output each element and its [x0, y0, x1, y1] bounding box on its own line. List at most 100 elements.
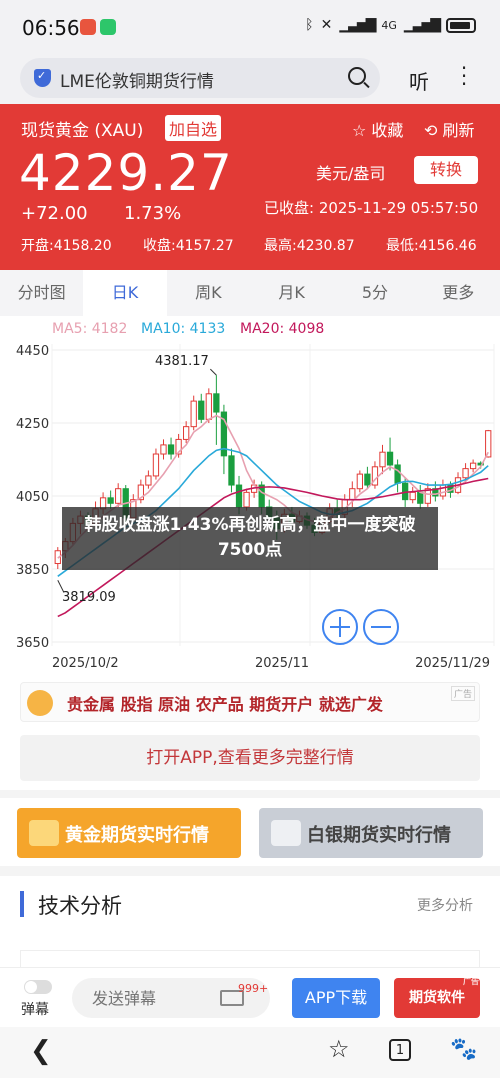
gold-futures-label: 黄金期货实时行情: [65, 825, 209, 846]
refresh-button[interactable]: ⟲ 刷新: [424, 117, 475, 141]
candle-body: [228, 455, 235, 486]
signal-icon: ▁▃▅▇: [339, 17, 376, 33]
status-bar: 06:56 ᛒ ✕ ▁▃▅▇ 4G ▁▃▅▇: [0, 0, 500, 56]
message-count-badge: 999+: [238, 982, 269, 995]
candle-body: [190, 400, 197, 428]
divider: [0, 790, 500, 798]
app-download-button[interactable]: APP下载: [292, 978, 380, 1018]
tabs-count-button[interactable]: 1: [389, 1039, 411, 1061]
convert-button[interactable]: 转换: [414, 156, 478, 184]
shield-icon: [34, 69, 51, 87]
ad-tag: 广告: [463, 977, 479, 986]
tab-5min[interactable]: 5分: [333, 270, 416, 316]
candle-body: [235, 484, 243, 508]
tab-daily-k[interactable]: 日K: [83, 270, 167, 316]
max-price-label: 4381.17: [155, 354, 209, 369]
x-tick-label: 2025/10/2: [52, 656, 119, 671]
x-tick-label: 2025/11: [255, 656, 309, 671]
search-box[interactable]: LME伦敦铜期货行情: [20, 58, 380, 98]
price-change: +72.00: [21, 203, 88, 224]
listen-button[interactable]: 听: [409, 66, 429, 95]
candle-body: [167, 444, 175, 455]
min-price-label: 3819.09: [62, 590, 116, 605]
battery-icon: [446, 17, 476, 33]
favorite-button[interactable]: ☆ 收藏: [352, 117, 403, 141]
silver-bar-icon: [271, 820, 301, 846]
candle-body: [160, 444, 167, 455]
divider: [0, 866, 500, 876]
candle-body: [379, 451, 386, 468]
price-unit: 美元/盎司: [316, 164, 386, 183]
price-change-percent: 1.73%: [124, 203, 182, 224]
open-app-button[interactable]: 打开APP,查看更多完整行情: [20, 735, 480, 781]
tab-more[interactable]: 更多: [417, 270, 500, 316]
status-time: 06:56: [22, 16, 80, 40]
paw-icon[interactable]: 🐾: [450, 1037, 477, 1062]
ad-badge: 广告: [450, 686, 475, 701]
search-query[interactable]: LME伦敦铜期货行情: [60, 67, 214, 92]
chart-tabs: 分时图 日K 周K 月K 5分 更多: [0, 270, 500, 316]
y-tick-label: 3650: [16, 636, 49, 651]
candle-body: [417, 491, 424, 504]
high-price: 最高:4230.87: [264, 238, 355, 254]
gold-futures-button[interactable]: 黄金期货实时行情: [17, 808, 241, 858]
y-tick-label: 3850: [16, 563, 49, 578]
more-icon[interactable]: · · ·: [458, 58, 470, 94]
analysis-table: [20, 950, 480, 968]
section-marker: [20, 891, 24, 917]
navigation-bar: ❮ ☆ 1 🐾: [0, 1027, 500, 1078]
network-type: 4G: [381, 18, 397, 32]
candle-body: [462, 468, 469, 479]
close-time: 已收盘: 2025-11-29 05:57:50: [264, 199, 479, 217]
x-tick-label: 2025/11/29: [415, 656, 490, 671]
megaphone-icon: [27, 690, 53, 716]
candle-body: [349, 488, 356, 501]
gold-bar-icon: [29, 820, 59, 846]
more-analysis-link[interactable]: 更多分析: [417, 895, 473, 915]
y-tick-label: 4250: [16, 417, 49, 432]
bottom-bar: 弹幕 999+ APP下载 期货软件 广告: [0, 967, 500, 1027]
candle-body: [152, 453, 160, 477]
candle-body: [439, 484, 447, 497]
ad-text[interactable]: 贵金属 股指 原油 农产品 期货开户 就选广发: [67, 691, 383, 715]
danmu-toggle[interactable]: [24, 980, 52, 994]
candle-body: [198, 400, 205, 420]
y-tick-label: 4450: [16, 344, 49, 359]
status-right-icons: ᛒ ✕ ▁▃▅▇ 4G ▁▃▅▇: [305, 17, 476, 33]
candle-body: [145, 475, 152, 486]
tab-monthly-k[interactable]: 月K: [250, 270, 333, 316]
tab-timeshare[interactable]: 分时图: [0, 270, 83, 316]
add-watchlist-button[interactable]: 加自选: [165, 115, 222, 141]
ad-banner[interactable]: 贵金属 股指 原油 农产品 期货开户 就选广发 广告: [20, 682, 480, 722]
low-price: 最低:4156.46: [386, 238, 477, 254]
instrument-name: 现货黄金 (XAU): [21, 121, 144, 141]
browser-toolbar: LME伦敦铜期货行情 听 ···: [0, 56, 500, 104]
candle-body: [183, 426, 190, 440]
wechat-icon: [100, 19, 116, 35]
quote-header: 现货黄金 (XAU) 加自选 ☆ 收藏 ⟲ 刷新 4229.27 美元/盎司 转…: [0, 104, 500, 270]
candle-body: [107, 497, 114, 504]
bluetooth-icon: ᛒ: [305, 17, 314, 33]
silver-futures-label: 白银期货实时行情: [307, 825, 451, 846]
back-icon[interactable]: ❮: [30, 1036, 52, 1066]
futures-software-label: 期货软件: [409, 990, 465, 1006]
danmu-label: 弹幕: [21, 1002, 49, 1018]
candle-body: [356, 473, 363, 490]
tab-weekly-k[interactable]: 周K: [167, 270, 250, 316]
search-icon[interactable]: [348, 67, 366, 85]
open-price: 开盘:4158.20: [21, 238, 112, 254]
y-tick-label: 4050: [16, 490, 49, 505]
candle-body: [364, 473, 371, 486]
mute-icon: ✕: [320, 17, 333, 33]
kline-chart[interactable]: MA5: 4182 MA10: 4133 MA20: 4098 4450 4250…: [0, 316, 500, 676]
current-price: 4229.27: [19, 144, 233, 202]
silver-futures-button[interactable]: 白银期货实时行情: [259, 808, 483, 858]
news-overlay[interactable]: 韩股收盘涨1.43%再创新高，盘中一度突破7500点: [62, 507, 438, 570]
kline-svg: 4450 4250 4050 3850 36502025/10/2 2025/11 2025…: [16, 344, 495, 671]
star-icon[interactable]: ☆: [328, 1035, 350, 1063]
max-pointer: [210, 368, 217, 376]
futures-software-button[interactable]: 期货软件 广告: [394, 977, 480, 1018]
weibo-icon: [80, 19, 96, 35]
candle-body: [409, 491, 416, 501]
candle-body: [258, 484, 265, 508]
